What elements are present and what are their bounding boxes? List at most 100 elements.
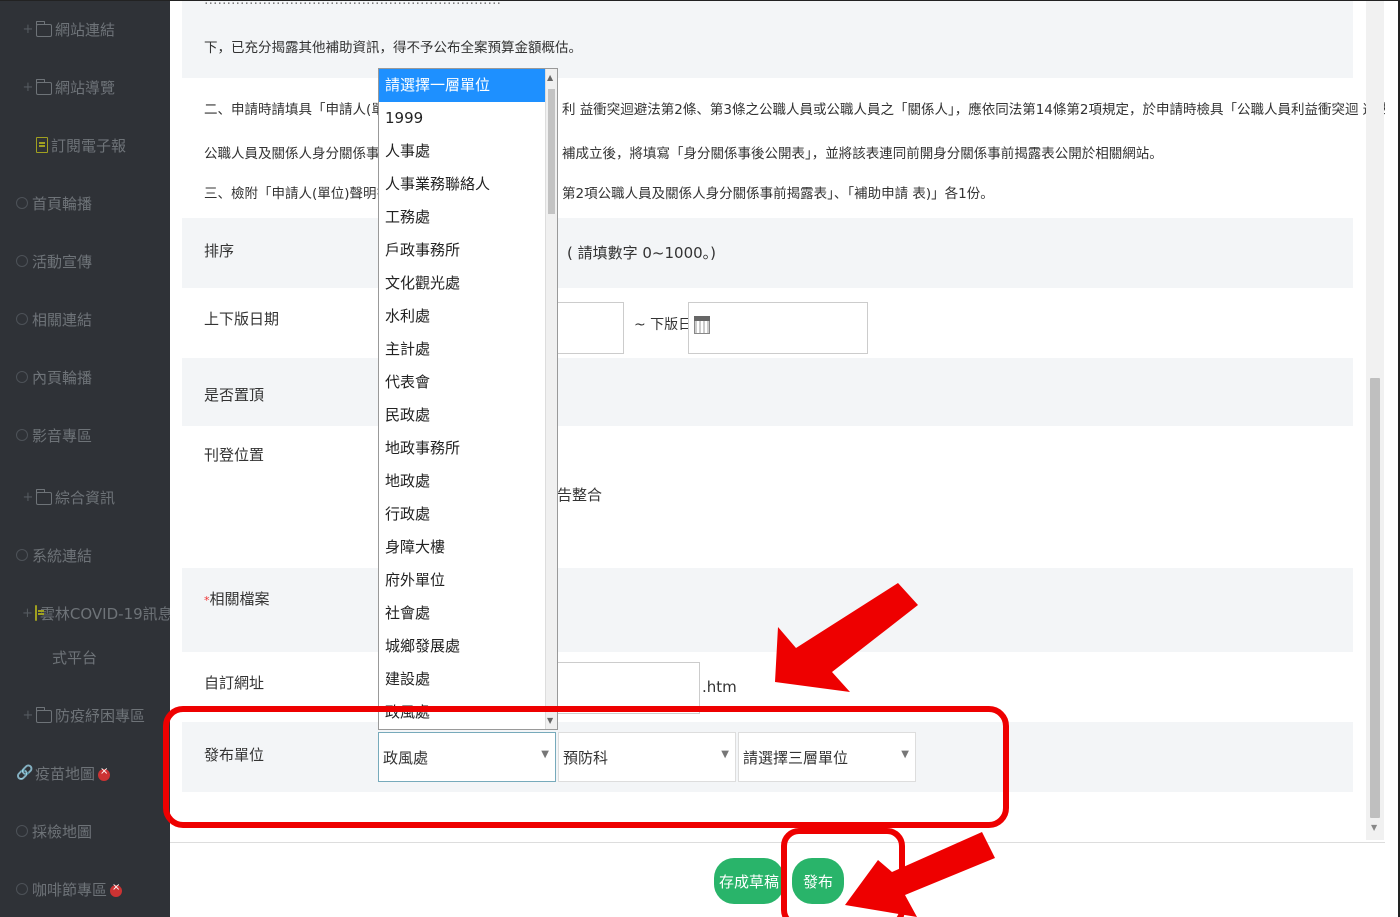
sidebar-item[interactable]: 首頁輪播 (0, 174, 170, 232)
sidebar-item-label: 內頁輪播 (32, 368, 93, 387)
page-scrollbar-thumb[interactable] (1370, 378, 1380, 818)
folder-icon (36, 78, 52, 95)
dropdown-option[interactable]: 請選擇一層單位 (379, 69, 557, 102)
dropdown-option[interactable]: 府外單位 (379, 564, 557, 597)
dropdown-option[interactable]: 戶政事務所 (379, 234, 557, 267)
sidebar-item-label: 訂閱電子報 (51, 136, 127, 155)
files-row: *相關檔案 (182, 568, 1353, 652)
scroll-down-icon[interactable]: ▼ (1371, 823, 1377, 832)
sidebar-item[interactable]: + 網站連結 (0, 0, 170, 58)
expand-icon[interactable]: + (22, 490, 34, 505)
dropdown-option[interactable]: 人事業務聯絡人 (379, 168, 557, 201)
dropdown-scrollbar-thumb[interactable] (548, 89, 555, 214)
end-date-input[interactable] (688, 302, 868, 354)
highlight-publish-box (781, 828, 905, 917)
sidebar-item[interactable]: + 綜合資訊 (0, 468, 170, 526)
dropdown-option[interactable]: 1999 (379, 102, 557, 135)
circle-icon (16, 549, 28, 561)
dropdown-option[interactable]: 文化觀光處 (379, 267, 557, 300)
sidebar-item-label: 相關連結 (32, 310, 93, 329)
scroll-up-icon[interactable]: ▲ (547, 73, 553, 82)
folder-icon (36, 488, 52, 505)
highlight-unit-box (163, 706, 1009, 828)
dropdown-option[interactable]: 水利處 (379, 300, 557, 333)
dropdown-option[interactable]: 代表會 (379, 366, 557, 399)
notes-line-1: 下，已充分揭露其他補助資訊，得不予公布全案預算金額概估。 (204, 40, 582, 56)
folder-icon (36, 706, 52, 723)
calendar-icon[interactable] (694, 316, 710, 334)
expand-icon[interactable]: + (22, 606, 33, 621)
dropdown-option[interactable]: 工務處 (379, 201, 557, 234)
notes-line-2a: 二、申請時請填具「申請人(單位) (204, 102, 404, 118)
url-suffix: .htm (702, 678, 737, 696)
sidebar-item[interactable]: 咖啡節專區 (0, 860, 170, 917)
footer-divider (170, 842, 1385, 843)
dropdown-option[interactable]: 地政事務所 (379, 432, 557, 465)
circle-icon (16, 429, 28, 441)
sort-hint: ( 請填數字 0~1000。) (567, 244, 717, 262)
page-scrollbar[interactable]: ▼ (1366, 0, 1384, 840)
sidebar: + 網站連結 + 網站導覽訂閱電子報首頁輪播活動宣傳相關連結內頁輪播影音專區 + 綜合資訊… (0, 0, 170, 917)
notes-line-3b: 補成立後，將填寫「身分關係事後公開表」，並將該表連同前開身分關係事前揭露表公開於… (562, 146, 1163, 162)
sidebar-item[interactable]: 相關連結 (0, 290, 170, 348)
new-badge-icon (98, 766, 111, 781)
sidebar-item[interactable]: 採檢地圖 (0, 802, 170, 860)
sidebar-item[interactable]: 影音專區 (0, 406, 170, 464)
sidebar-item-label: 活動宣傳 (32, 252, 93, 271)
sidebar-item[interactable]: + 防疫紓困專區 (0, 686, 170, 744)
dropdown-option[interactable]: 地政處 (379, 465, 557, 498)
sidebar-item: 式平台 (0, 628, 170, 686)
sidebar-item[interactable]: 活動宣傳 (0, 232, 170, 290)
link-icon: 🔗 (16, 765, 34, 781)
sidebar-item-label: 網站連結 (55, 20, 116, 39)
sidebar-item-label: 影音專區 (32, 426, 93, 445)
dropdown-options: 請選擇一層單位 1999 人事處 人事業務聯絡人 工務處 戶政事務所 文化觀光處 水利處 主計處… (379, 69, 557, 729)
sidebar-item-label: 防疫紓困專區 (55, 706, 146, 725)
expand-icon[interactable]: + (22, 22, 34, 37)
folder-icon (36, 20, 52, 37)
circle-icon (16, 255, 28, 267)
notes-line-cut: ………………………………………………………… (204, 0, 501, 8)
dropdown-scrollbar[interactable]: ▲ ▼ (545, 69, 557, 729)
sidebar-item-label: 首頁輪播 (32, 194, 93, 213)
dropdown-option[interactable]: 主計處 (379, 333, 557, 366)
dropdown-option[interactable]: 城鄉發展處 (379, 630, 557, 663)
document-icon (36, 137, 48, 153)
sidebar-item[interactable]: 訂閱電子報 (0, 116, 170, 174)
dropdown-option[interactable]: 建設處 (379, 663, 557, 696)
document-icon (34, 605, 44, 621)
sidebar-item-label: 疫苗地圖 (35, 764, 96, 783)
expand-icon[interactable]: + (22, 80, 34, 95)
sidebar-item[interactable]: 🔗 疫苗地圖 (0, 744, 170, 802)
sidebar-item[interactable]: 系統連結 (0, 526, 170, 584)
sidebar-item-label: 網站導覽 (55, 78, 116, 97)
sidebar-item[interactable]: 內頁輪播 (0, 348, 170, 406)
dropdown-option[interactable]: 人事處 (379, 135, 557, 168)
notes-row-2: 二、申請時請填具「申請人(單位) 利 益衝突迴避法第2條、第3條之公職人員或公職… (182, 78, 1385, 218)
sort-label: 排序 (204, 242, 235, 260)
dropdown-option[interactable]: 身障大樓 (379, 531, 557, 564)
frame-top (0, 0, 1400, 1)
sidebar-item-label: 式平台 (52, 648, 98, 667)
new-badge-icon (110, 882, 123, 897)
circle-icon (16, 825, 28, 837)
notes-row: ………………………………………………………… 下，已充分揭露其他補助資訊，得不予… (182, 0, 1353, 78)
dropdown-option[interactable]: 民政處 (379, 399, 557, 432)
files-label: *相關檔案 (204, 588, 270, 609)
expand-icon[interactable]: + (22, 708, 34, 723)
circle-icon (16, 883, 28, 895)
notes-line-2b: 利 益衝突迴避法第2條、第3條之公職人員或公職人員之「關係人」，應依同法第14條… (562, 102, 1385, 118)
sidebar-item[interactable]: + 網站導覽 (0, 58, 170, 116)
pin-row: 是否置頂 (182, 358, 1353, 426)
save-draft-button[interactable]: 存成草稿 (714, 858, 784, 904)
circle-icon (16, 371, 28, 383)
date-label: 上下版日期 (204, 310, 280, 328)
dropdown-option[interactable]: 社會處 (379, 597, 557, 630)
dropdown-option[interactable]: 行政處 (379, 498, 557, 531)
sidebar-item-label: 咖啡節專區 (32, 880, 108, 899)
unit-level1-dropdown[interactable]: 請選擇一層單位 1999 人事處 人事業務聯絡人 工務處 戶政事務所 文化觀光處 水利處 主計處… (378, 68, 558, 730)
position-label: 刊登位置 (204, 446, 265, 464)
sidebar-item-label: 系統連結 (32, 546, 93, 565)
files-label-text: 相關檔案 (209, 590, 270, 608)
pin-label: 是否置頂 (204, 386, 265, 404)
